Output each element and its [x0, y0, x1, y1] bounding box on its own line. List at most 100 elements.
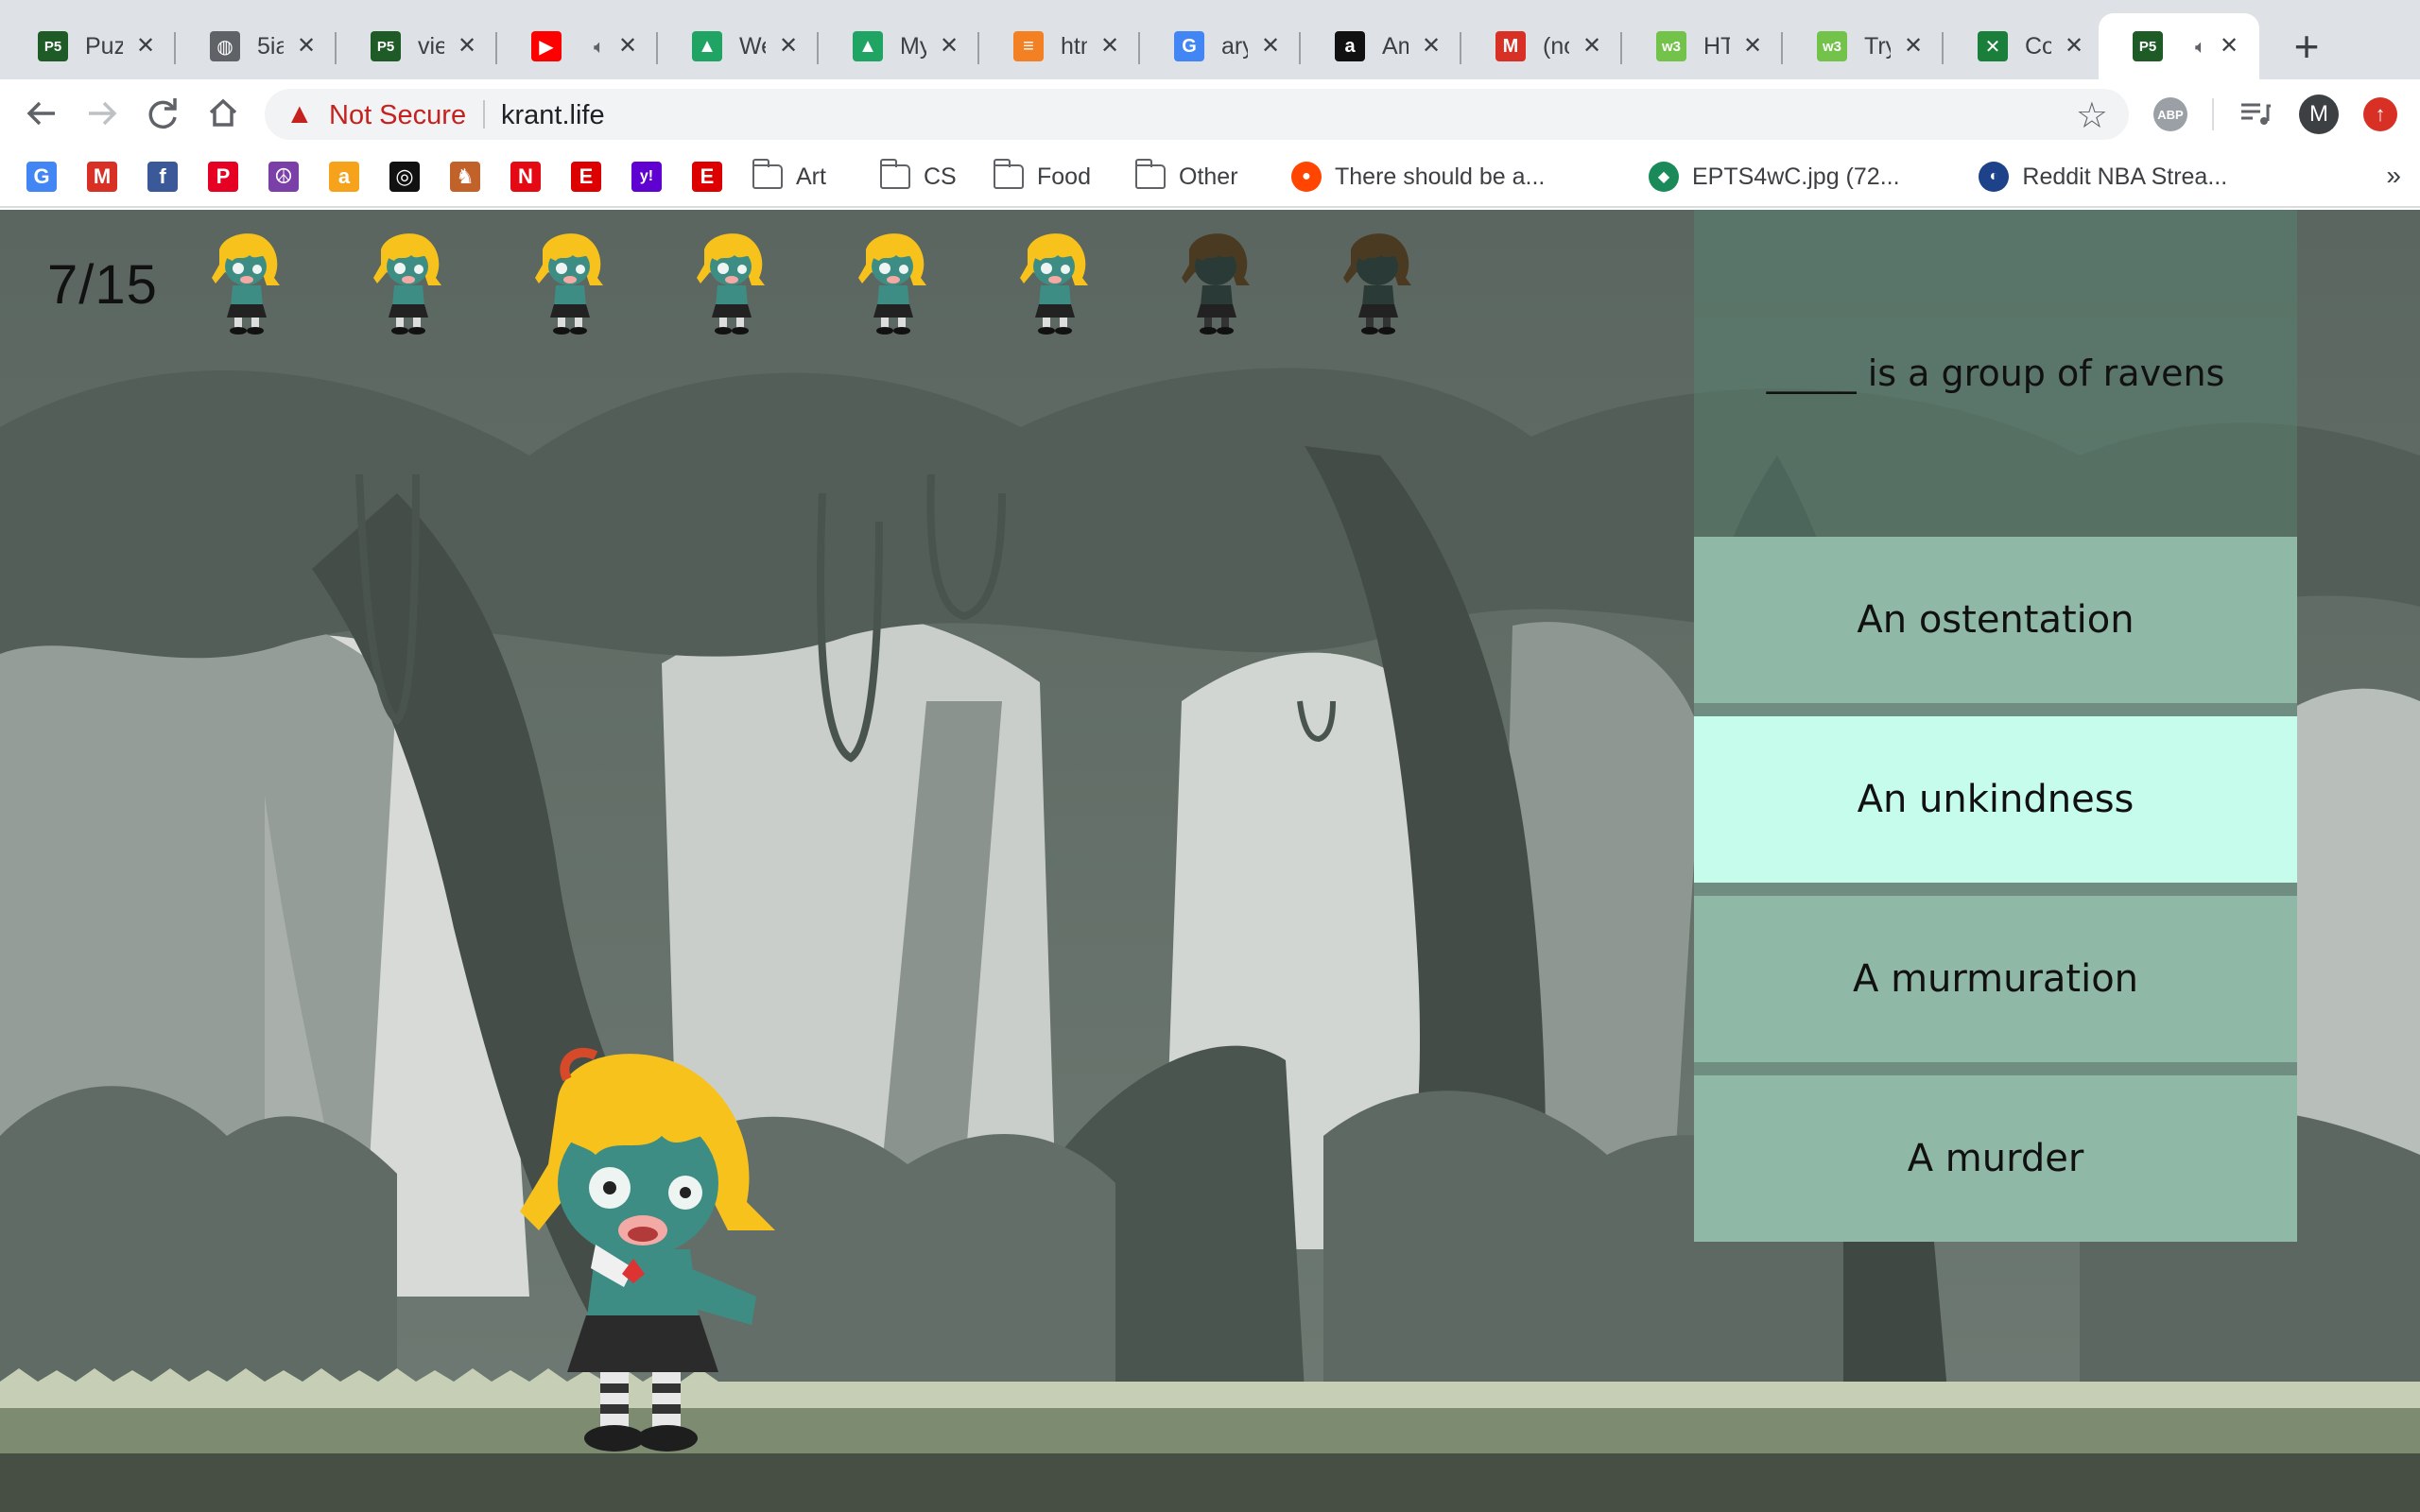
reload-icon: [148, 98, 177, 129]
life-icon-lost: [1340, 231, 1415, 335]
close-icon[interactable]: ✕: [291, 31, 321, 61]
close-icon[interactable]: ✕: [773, 31, 804, 61]
espn-bookmark-2-icon[interactable]: E: [692, 162, 722, 192]
bookmarks-overflow-icon[interactable]: »: [2386, 161, 2401, 191]
bookmark-star-icon[interactable]: ☆: [2076, 94, 2108, 137]
tab-title: Puz: [85, 32, 123, 60]
back-button[interactable]: [17, 89, 66, 138]
omnibox-divider: [483, 100, 485, 129]
tab-8[interactable]: Garya ✕: [1140, 13, 1301, 79]
peace-bookmark-icon[interactable]: ☮: [268, 162, 299, 192]
dog-bookmark-icon[interactable]: ♞: [450, 162, 480, 192]
life-icon-active: [1016, 231, 1092, 335]
score-counter: 7/15: [47, 254, 158, 316]
close-icon[interactable]: ✕: [2214, 31, 2244, 61]
bookmark-folder-food[interactable]: Food: [1037, 163, 1091, 191]
stackoverflow-icon: ≡: [1013, 31, 1044, 61]
reddit-bookmark-icon: ●: [1291, 162, 1322, 192]
home-icon: [209, 98, 237, 127]
answer-label: An ostentation: [1857, 598, 2135, 642]
warning-triangle-icon: ▲: [285, 98, 314, 129]
netflix-bookmark-icon[interactable]: N: [510, 162, 541, 192]
answer-divider: [1694, 1062, 2297, 1075]
p5-icon: P5: [2133, 31, 2163, 61]
life-icon-active: [531, 231, 607, 335]
media-queue-icon[interactable]: [2238, 97, 2273, 131]
close-icon[interactable]: ✕: [1898, 31, 1928, 61]
tab-9[interactable]: a Ama ✕: [1301, 13, 1461, 79]
p5-icon: P5: [371, 31, 401, 61]
image-bookmark[interactable]: EPTS4wC.jpg (72...: [1692, 163, 1900, 191]
answer-option-1[interactable]: An ostentation: [1694, 537, 2297, 703]
gmail-bookmark-icon[interactable]: M: [87, 162, 117, 192]
life-icon-active: [693, 231, 769, 335]
amazon-bookmark-icon[interactable]: a: [329, 162, 359, 192]
home-button[interactable]: [199, 89, 248, 138]
folder-icon: [994, 159, 1024, 189]
tab-title: Wed: [739, 32, 766, 60]
close-icon[interactable]: ✕: [2059, 31, 2089, 61]
update-icon[interactable]: ↑: [2363, 97, 2397, 131]
tab-2[interactable]: ◍ 5iap ✕: [176, 13, 337, 79]
bookmark-folder-art[interactable]: Art: [796, 163, 826, 191]
youtube-icon: ▶: [531, 31, 562, 61]
nba-bookmark-icon: ◐: [1979, 162, 2010, 192]
tab-10[interactable]: M (no ✕: [1461, 13, 1622, 79]
folder-icon: [752, 159, 783, 189]
reddit-bookmark[interactable]: There should be a...: [1335, 163, 1545, 191]
google-bookmark-icon[interactable]: G: [26, 162, 57, 192]
tab-7[interactable]: ≡ htm ✕: [979, 13, 1140, 79]
espn-bookmark-icon[interactable]: E: [571, 162, 601, 192]
yahoo-bookmark-icon[interactable]: y!: [631, 162, 662, 192]
new-tab-button[interactable]: +: [2280, 25, 2333, 70]
question-box: _____ is a group of ravens: [1694, 210, 2297, 537]
tab-12[interactable]: w3 Tryi ✕: [1783, 13, 1944, 79]
tab-11[interactable]: w3 HTM ✕: [1622, 13, 1783, 79]
tab-1[interactable]: P5 Puz ✕: [0, 13, 176, 79]
close-icon[interactable]: ✕: [1416, 31, 1446, 61]
close-icon[interactable]: ✕: [130, 31, 161, 61]
life-icon-lost: [1178, 231, 1253, 335]
tab-3[interactable]: P5 view ✕: [337, 13, 497, 79]
bookmark-folder-cs[interactable]: CS: [924, 163, 957, 191]
image-bookmark-icon: ◆: [1649, 162, 1679, 192]
gmail-icon: M: [1495, 31, 1526, 61]
tab-title: HTM: [1703, 32, 1730, 60]
quiz-panel: _____ is a group of ravens An ostentatio…: [1694, 210, 2297, 1249]
address-bar[interactable]: ▲ Not Secure krant.life ☆: [265, 89, 2129, 140]
answer-option-4[interactable]: A murder: [1694, 1075, 2297, 1242]
answer-divider: [1694, 703, 2297, 716]
tab-13[interactable]: ✕ Cor ✕: [1944, 13, 2104, 79]
reload-button[interactable]: [138, 89, 187, 138]
tab-6[interactable]: ▲ My ✕: [819, 13, 979, 79]
not-secure-label[interactable]: Not Secure: [329, 100, 466, 131]
close-icon[interactable]: ✕: [613, 31, 643, 61]
profile-avatar[interactable]: M: [2299, 94, 2339, 134]
url-text[interactable]: krant.life: [501, 100, 605, 131]
tab-title: My: [900, 32, 926, 60]
answer-label: An unkindness: [1857, 778, 2135, 821]
nba-bookmark[interactable]: Reddit NBA Strea...: [2022, 163, 2227, 191]
facebook-bookmark-icon[interactable]: f: [147, 162, 178, 192]
close-icon[interactable]: ✕: [934, 31, 964, 61]
speaker-icon[interactable]: 🔈︎: [2195, 35, 2206, 58]
answer-option-2[interactable]: An unkindness: [1694, 716, 2297, 883]
close-icon[interactable]: ✕: [1577, 31, 1607, 61]
pinterest-bookmark-icon[interactable]: P: [208, 162, 238, 192]
circle-bookmark-icon[interactable]: ◎: [389, 162, 420, 192]
question-text: _____ is a group of ravens: [1766, 352, 2225, 394]
close-icon[interactable]: ✕: [452, 31, 482, 61]
speaker-icon[interactable]: 🔈︎: [594, 35, 605, 58]
tab-14[interactable]: P5 🔈︎ ✕: [2099, 13, 2259, 79]
tab-5[interactable]: ▲ Wed ✕: [658, 13, 819, 79]
life-icon-active: [370, 231, 445, 335]
forward-button[interactable]: [78, 89, 127, 138]
answer-option-3[interactable]: A murmuration: [1694, 896, 2297, 1062]
close-icon[interactable]: ✕: [1255, 31, 1286, 61]
tab-4[interactable]: ▶ 🔈︎ ✕: [497, 13, 658, 79]
bookmark-folder-other[interactable]: Other: [1179, 163, 1238, 191]
close-icon[interactable]: ✕: [1095, 31, 1125, 61]
close-icon[interactable]: ✕: [1737, 31, 1768, 61]
adblock-extension-icon[interactable]: ABP: [2153, 97, 2187, 131]
game-canvas[interactable]: 7/15 _____ is a group of ravens An osten…: [0, 210, 2420, 1512]
